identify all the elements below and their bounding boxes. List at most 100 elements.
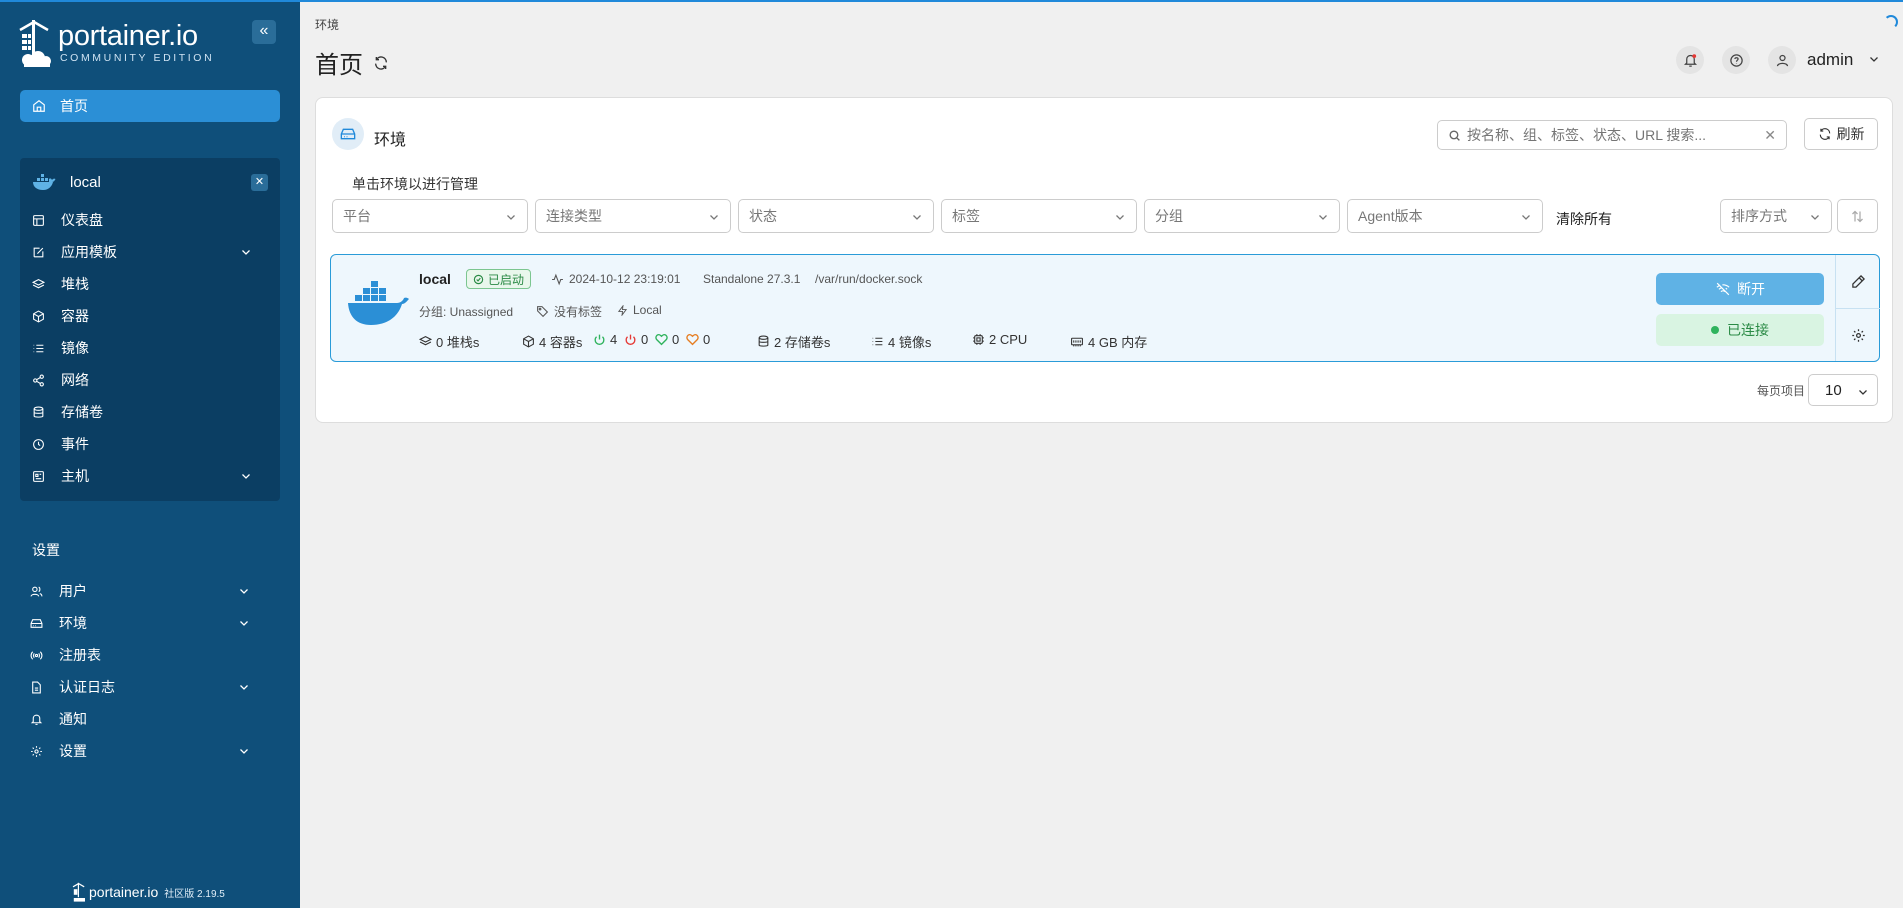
sidebar-item-networks[interactable]: 网络 [32,366,268,394]
environment-card[interactable]: local 已启动 2024-10-12 23:19:01 Standalone… [330,254,1880,362]
search-icon [1449,129,1460,141]
clear-all-filters-link[interactable]: 清除所有 [1556,209,1612,229]
edit-icon [33,247,44,257]
chevron-down-icon [710,215,718,220]
sidebar-item-dashboard[interactable]: 仪表盘 [32,206,268,234]
items-per-page-label: 每页项目 [1757,384,1806,398]
filter-platform[interactable]: 平台 [332,199,528,233]
connection-text: Local [633,303,662,317]
logo-name: portainer.io [58,20,198,52]
sidebar-item-users[interactable]: 用户 [30,577,266,605]
edit-environment-button[interactable] [1836,255,1880,308]
chevron-down-icon [240,621,248,626]
user-name: admin [1807,50,1854,69]
filter-label: 状态 [749,208,777,224]
sidebar-item-volumes[interactable]: 存储卷 [32,398,268,426]
check-circle-icon [473,274,484,284]
loading-spinner [1884,15,1898,29]
memory-amount: 4 GB 内存 [1088,335,1148,350]
clock-icon [33,438,44,450]
heartbeat-text: 2024-10-12 23:19:01 [569,272,681,286]
double-chevron-left-icon: « [259,22,269,39]
portainer-logo[interactable]: portainer.io COMMUNITY EDITION [18,18,214,68]
filter-agent-version[interactable]: Agent版本 [1347,199,1543,233]
notifications-button[interactable] [1676,46,1704,74]
sidebar-item-label: 容器 [61,308,89,324]
breadcrumb[interactable]: 环境 [315,16,339,33]
search-box[interactable]: ✕ [1437,120,1787,150]
environment-group: 分组: Unassigned [419,305,514,319]
docker-icon [348,281,409,325]
sidebar-item-notifications[interactable]: 通知 [30,705,266,733]
filter-status[interactable]: 状态 [738,199,934,233]
cpu-icon [973,334,984,345]
volumes-count: 2 存储卷s [774,335,831,350]
sort-by-label: 排序方式 [1731,208,1787,224]
heart-broken-icon [686,333,699,346]
sidebar-item-events[interactable]: 事件 [32,430,268,458]
search-input[interactable] [1467,127,1757,143]
filter-tags[interactable]: 标签 [941,199,1137,233]
layers-icon [32,278,45,288]
sidebar-item-containers[interactable]: 容器 [32,302,268,330]
sidebar-item-label: 镜像 [61,340,89,356]
clear-search-icon[interactable]: ✕ [1764,127,1776,144]
chevron-down-icon [913,215,921,220]
chevron-down-icon [1319,215,1327,220]
sidebar: portainer.io COMMUNITY EDITION « 首页 loca… [0,0,300,908]
sidebar-item-images[interactable]: 镜像 [32,334,268,362]
status-badge-label: 已启动 [488,272,525,287]
chevron-down-icon [242,250,250,255]
sort-by-select[interactable]: 排序方式 [1720,199,1832,233]
refresh-icon[interactable] [373,55,389,71]
connection-type: Local [617,303,662,317]
environment-header[interactable]: local ✕ [32,168,268,196]
filter-connection-type[interactable]: 连接类型 [535,199,731,233]
close-environment-button[interactable]: ✕ [251,174,268,191]
sidebar-item-host[interactable]: 主机 [32,462,268,490]
help-button[interactable] [1722,46,1750,74]
environment-settings-button[interactable] [1836,308,1880,361]
chevron-down-icon [1522,215,1530,220]
sidebar-item-label: 通知 [59,711,87,727]
page-title: 首页 [315,45,389,80]
panel-title: 环境 [374,132,407,149]
sidebar-item-home[interactable]: 首页 [20,90,280,122]
sidebar-item-label: 环境 [59,615,87,631]
chevron-down-icon [507,215,515,220]
power-icon [594,334,605,345]
sort-icon [1852,210,1863,222]
chevron-down-icon [1870,57,1878,62]
sidebar-item-stacks[interactable]: 堆栈 [32,270,268,298]
page-title-text: 首页 [315,52,363,79]
database-icon [758,335,769,347]
tags-text: 没有标签 [554,305,603,319]
chevron-down-icon [240,589,248,594]
cpu-stat: 2 CPU [972,332,1027,347]
bell-icon [1683,53,1697,67]
chevron-down-icon [1116,215,1124,220]
home-icon [33,100,45,112]
user-menu[interactable]: admin [1807,50,1880,70]
items-per-page-select[interactable]: 10 [1808,374,1878,406]
refresh-button[interactable]: 刷新 [1804,118,1878,150]
logo-edition: COMMUNITY EDITION [60,52,215,64]
environment-type: Standalone 27.3.1 [703,272,801,286]
sidebar-item-auth-logs[interactable]: 认证日志 [30,673,266,701]
containers-count: 4 容器s [539,335,583,350]
sidebar-footer: portainer.io 社区版 2.19.5 [72,882,225,902]
user-avatar[interactable] [1768,46,1796,74]
sidebar-item-app-templates[interactable]: 应用模板 [32,238,268,266]
filter-group[interactable]: 分组 [1144,199,1340,233]
database-icon [33,406,44,418]
sidebar-item-label: 设置 [59,743,87,759]
sidebar-item-settings[interactable]: 设置 [30,737,266,765]
disconnect-button[interactable]: 断开 [1656,273,1824,305]
filter-label: 分组 [1155,208,1183,224]
sort-direction-button[interactable] [1837,199,1878,233]
chevron-down-icon [240,685,248,690]
collapse-sidebar-button[interactable]: « [252,20,276,44]
sidebar-item-registries[interactable]: 注册表 [30,641,266,669]
sidebar-item-environments[interactable]: 环境 [30,609,266,637]
power-off-icon [625,334,636,345]
